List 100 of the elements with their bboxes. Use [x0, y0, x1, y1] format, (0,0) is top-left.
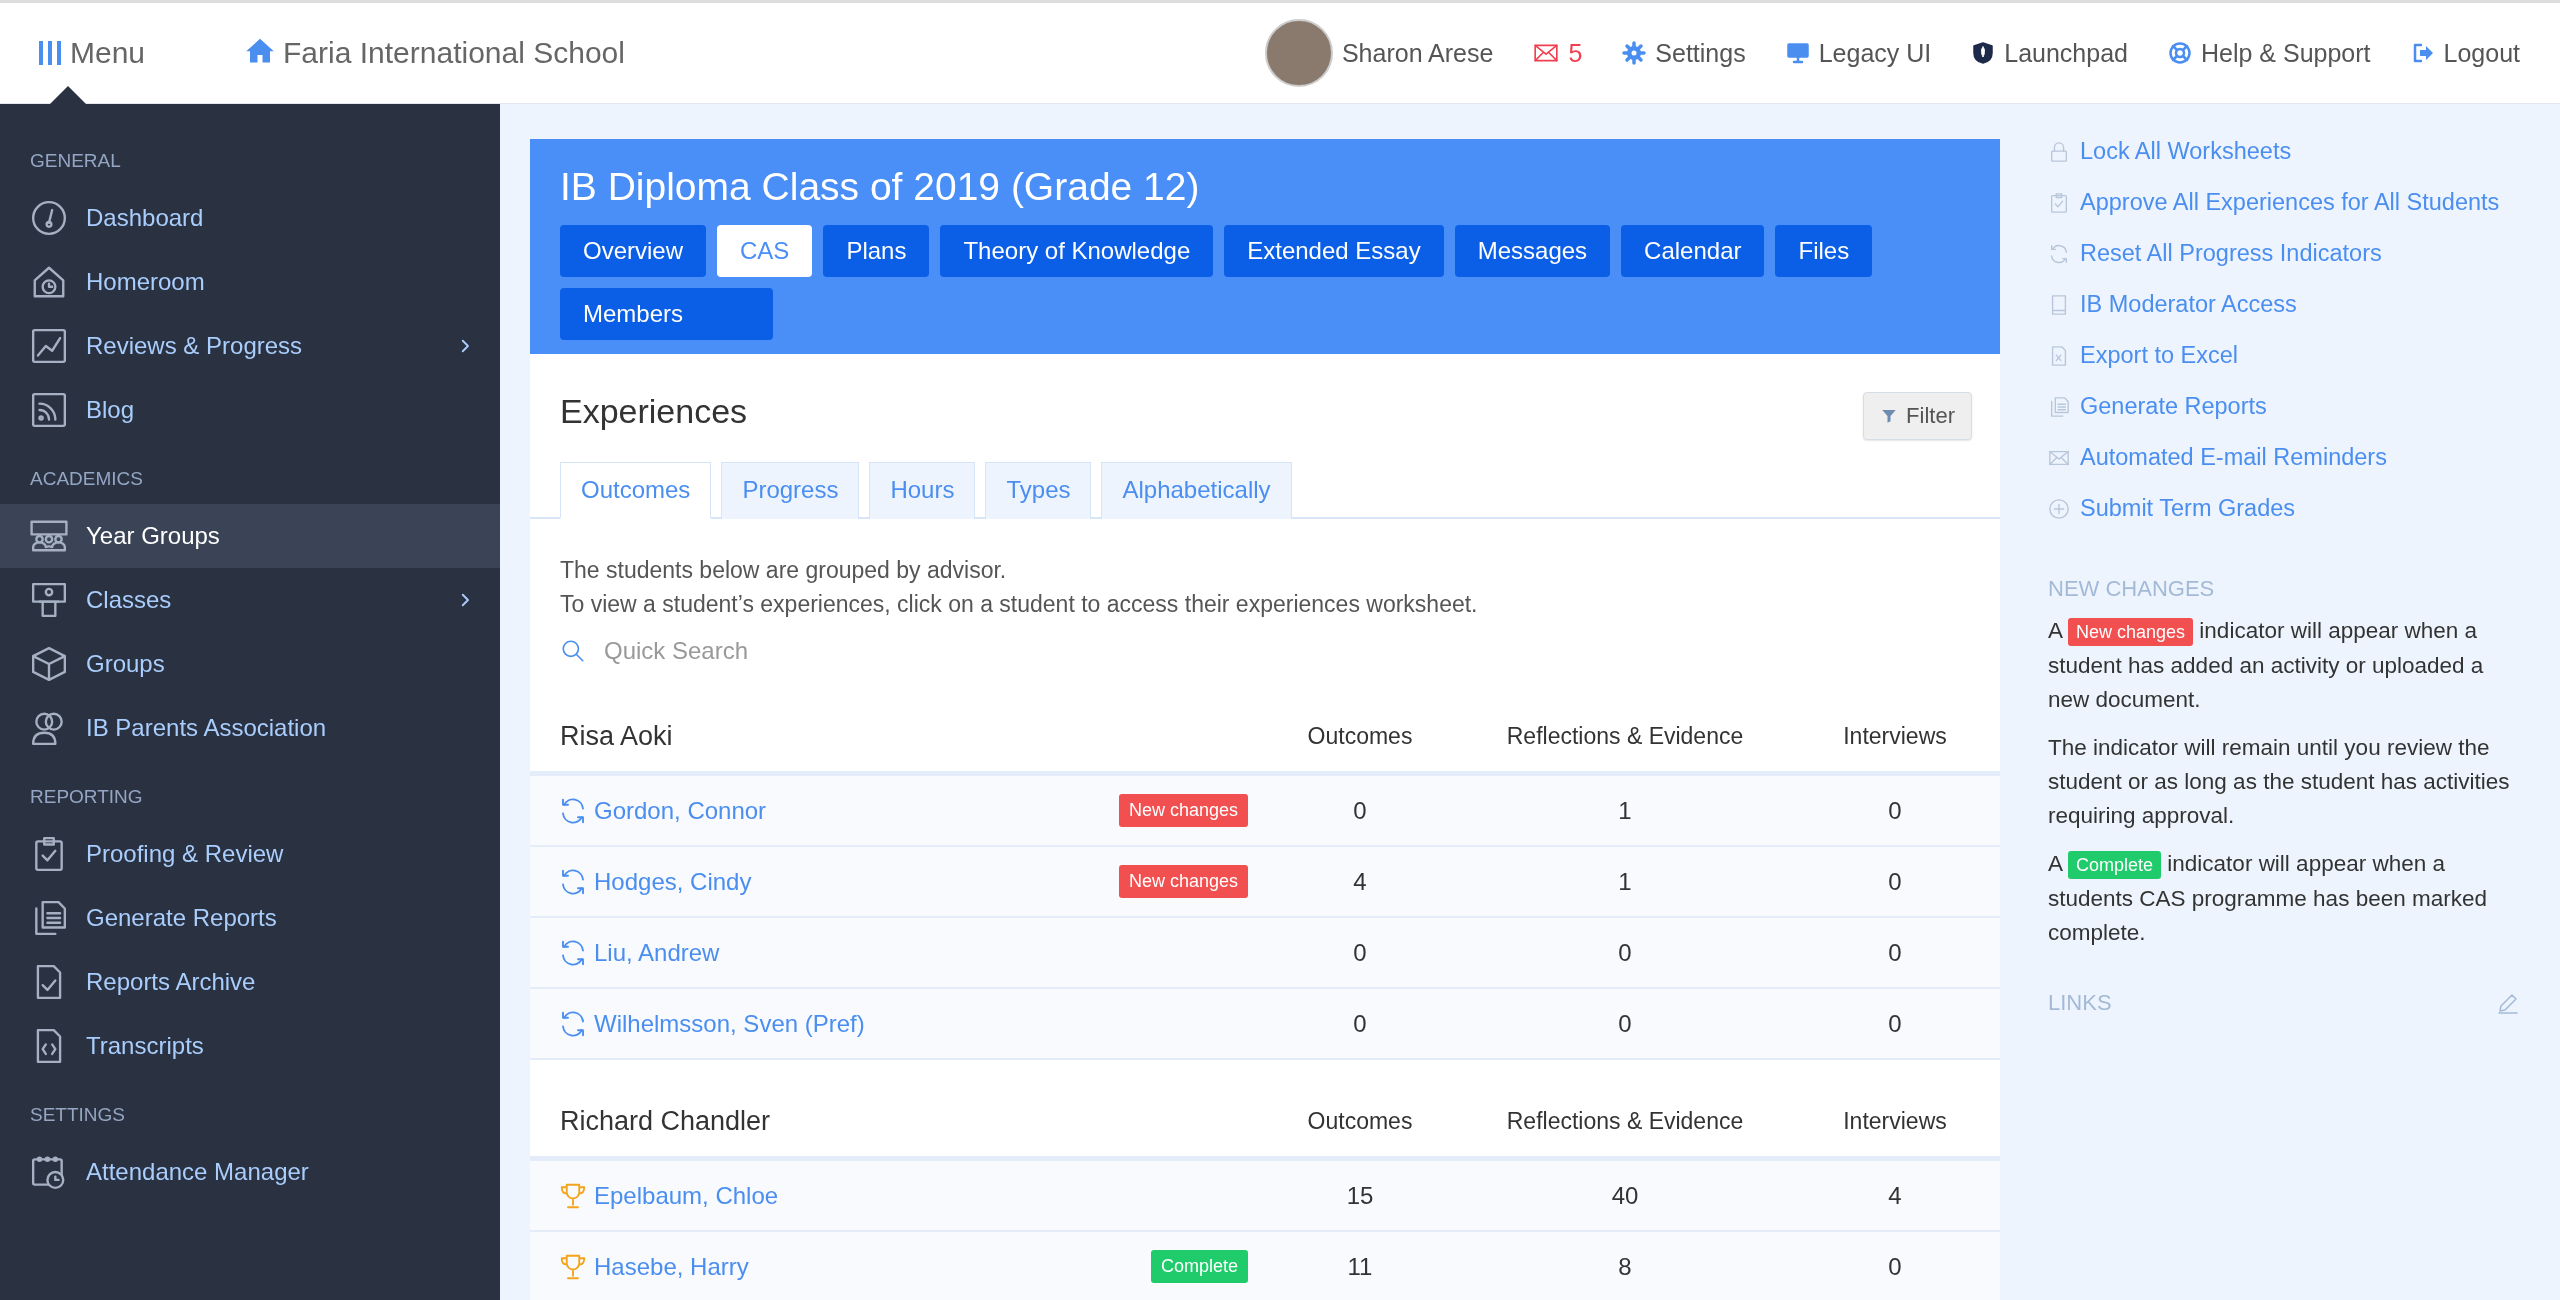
status-badge: Complete	[1150, 1250, 1248, 1283]
nav-item[interactable]: Reports Archive	[0, 950, 500, 1014]
table-cell-text: 8	[1617, 1252, 1633, 1281]
table-cell-text: 0	[1887, 1252, 1903, 1281]
column-header: Interviews	[1842, 1107, 1948, 1135]
column-header: Reflections & Evidence	[1505, 722, 1745, 750]
student-link[interactable]: Hodges, Cindy	[594, 867, 1113, 896]
section-heading: REPORTING	[29, 785, 144, 809]
student-link[interactable]: Gordon, Connor	[594, 796, 1113, 825]
student-link[interactable]: Wilhelmsson, Sven (Pref)	[594, 1009, 1248, 1038]
section-tab[interactable]: Extended Essay	[1224, 225, 1444, 277]
note-text: A Complete indicator will appear when a students CAS programme has been marked complete.	[2048, 850, 2488, 947]
pencil-icon	[2496, 991, 2520, 1015]
line-chart-icon	[30, 327, 68, 365]
podium-icon	[30, 581, 68, 619]
nav-item[interactable]: Reviews & Progress	[0, 314, 500, 378]
nav-item[interactable]: Blog	[0, 378, 500, 442]
settings-link[interactable]: Settings	[1622, 38, 1746, 68]
advisor-name: Risa Aoki	[559, 720, 674, 752]
table-cell-text: 1	[1617, 796, 1633, 825]
view-tab[interactable]: Alphabetically	[1101, 462, 1292, 519]
user-profile-link[interactable]: Sharon Arese	[1264, 19, 1494, 87]
status-badge: New changes	[1118, 865, 1248, 898]
status-badge: New changes	[2068, 618, 2194, 646]
plus-circle-icon	[2048, 497, 2070, 520]
view-tab[interactable]: Hours	[869, 462, 976, 519]
table-cell-text: 0	[1887, 796, 1903, 825]
table-cell-text: 4	[1887, 1181, 1903, 1210]
shield-link[interactable]: Launchpad	[1971, 38, 2128, 68]
documents-icon	[2048, 395, 2070, 418]
page-title: IB Diploma Class of 2019 (Grade 12)	[560, 165, 1201, 209]
advisor-name: Richard Chandler	[559, 1105, 772, 1137]
table-cell-text: 40	[1610, 1181, 1640, 1210]
section-tab[interactable]: Theory of Knowledge	[940, 225, 1214, 277]
section-tab[interactable]: Files	[1775, 225, 1873, 277]
table-cell-text: 0	[1617, 938, 1633, 967]
action-link[interactable]: Export to Excel	[2048, 330, 2530, 381]
table-cell-text: 0	[1887, 938, 1903, 967]
action-link[interactable]: Automated E-mail Reminders	[2048, 432, 2530, 483]
note-text: A New changes indicator will appear when a student has added an activity or uploaded a new document.	[2048, 617, 2485, 714]
logout-link[interactable]: Logout	[2410, 38, 2520, 68]
table-cell-text: 0	[1617, 1009, 1633, 1038]
section-tab[interactable]: Messages	[1454, 225, 1611, 277]
action-link[interactable]: Reset All Progress Indicators	[2048, 228, 2530, 279]
section-heading: NEW CHANGES	[2048, 576, 2216, 602]
section-heading: GENERAL	[29, 149, 122, 173]
intro-text: The students below are grouped by advisor.	[560, 556, 1008, 585]
menu-button[interactable]: Menu	[0, 36, 146, 70]
nav-item[interactable]: Classes	[0, 568, 500, 632]
nav-item[interactable]: Homeroom	[0, 250, 500, 314]
section-tab[interactable]: Members	[560, 288, 773, 340]
table-cell-text: 1	[1617, 867, 1633, 896]
search-icon	[560, 638, 586, 664]
table-cell-text: 4	[1352, 867, 1368, 896]
table-cell-text: 15	[1345, 1181, 1375, 1210]
gear-icon	[1622, 41, 1647, 65]
table-cell-text: 0	[1352, 938, 1368, 967]
table-cell-text: 0	[1887, 867, 1903, 896]
section-tab[interactable]: Overview	[560, 225, 707, 277]
action-link[interactable]: Submit Term Grades	[2048, 483, 2530, 534]
status-badge: Complete	[2068, 851, 2162, 879]
messages-link[interactable]: 5	[1533, 38, 1583, 68]
view-tab[interactable]: Progress	[721, 462, 860, 519]
filter-button[interactable]: Filter	[1863, 392, 1972, 440]
student-link[interactable]: Epelbaum, Chloe	[594, 1181, 1248, 1210]
action-link[interactable]: Generate Reports	[2048, 381, 2530, 432]
section-heading: LINKS	[2048, 990, 2112, 1016]
lifebuoy-icon	[2168, 41, 2192, 65]
section-heading: ACADEMICS	[29, 467, 144, 491]
nav-item[interactable]: IB Parents Association	[0, 696, 500, 760]
section-tab[interactable]: CAS	[717, 225, 813, 277]
view-tab[interactable]: Outcomes	[560, 462, 712, 519]
nav-item[interactable]: Proofing & Review	[0, 822, 500, 886]
nav-item[interactable]: Year Groups	[0, 504, 500, 568]
nav-item[interactable]: Groups	[0, 632, 500, 696]
lock-icon	[2048, 140, 2070, 163]
column-header: Reflections & Evidence	[1505, 1107, 1745, 1135]
nav-item[interactable]: Attendance Manager	[0, 1140, 500, 1204]
table-cell-text: 0	[1352, 796, 1368, 825]
action-link[interactable]: Lock All Worksheets	[2048, 126, 2530, 177]
school-link[interactable]: Faria International School	[207, 34, 625, 72]
view-tab[interactable]: Types	[985, 462, 1092, 519]
student-link[interactable]: Hasebe, Harry	[594, 1252, 1145, 1281]
section-heading: SETTINGS	[29, 1103, 126, 1127]
lifebuoy-link[interactable]: Help & Support	[2168, 38, 2371, 68]
table-cell-text: 11	[1346, 1252, 1374, 1281]
nav-item[interactable]: Dashboard	[0, 186, 500, 250]
section-tab[interactable]: Calendar	[1621, 225, 1765, 277]
table-cell-text: 0	[1887, 1009, 1903, 1038]
monitor-link[interactable]: Legacy UI	[1785, 38, 1932, 68]
student-link[interactable]: Liu, Andrew	[594, 938, 1248, 967]
action-link[interactable]: Approve All Experiences for All Students	[2048, 177, 2530, 228]
shield-rocket-icon	[1971, 41, 1996, 65]
cube-icon	[30, 645, 68, 683]
action-link[interactable]: IB Moderator Access	[2048, 279, 2530, 330]
section-tab[interactable]: Plans	[823, 225, 930, 277]
gauge-icon	[30, 199, 68, 237]
nav-item[interactable]: Transcripts	[0, 1014, 500, 1078]
column-header: Outcomes	[1306, 722, 1414, 750]
nav-item[interactable]: Generate Reports	[0, 886, 500, 950]
